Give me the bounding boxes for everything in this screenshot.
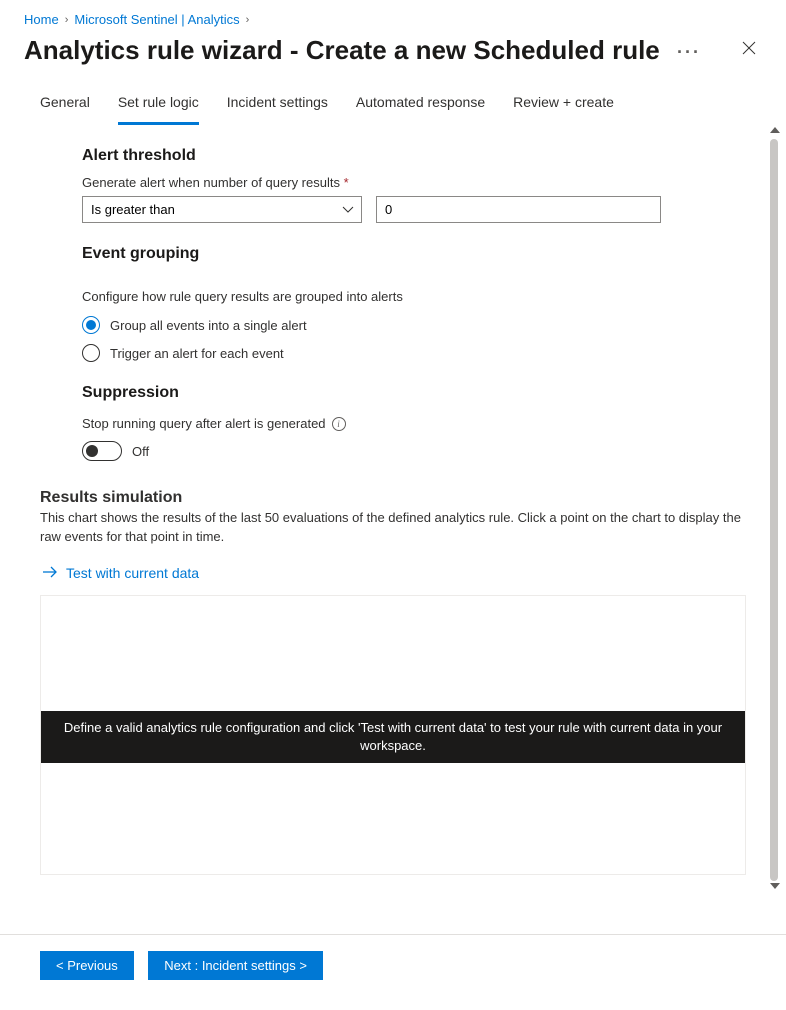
results-chart-placeholder: Define a valid analytics rule configurat… xyxy=(40,595,746,875)
close-icon xyxy=(742,41,756,55)
tab-incident-settings[interactable]: Incident settings xyxy=(227,84,328,125)
alert-threshold-value-input[interactable] xyxy=(376,196,661,223)
previous-button[interactable]: < Previous xyxy=(40,951,134,980)
info-icon[interactable]: i xyxy=(332,417,346,431)
suppression-label: Stop running query after alert is genera… xyxy=(82,416,346,431)
breadcrumb-home[interactable]: Home xyxy=(24,12,59,27)
arrow-right-icon xyxy=(42,565,58,581)
suppression-toggle-label: Off xyxy=(132,444,149,459)
page-title: Analytics rule wizard - Create a new Sch… xyxy=(24,35,701,66)
scroll-down-arrow-icon[interactable] xyxy=(770,883,780,889)
radio-group-all-events[interactable] xyxy=(82,316,100,334)
suppression-toggle[interactable] xyxy=(82,441,122,461)
wizard-tabs: General Set rule logic Incident settings… xyxy=(0,84,786,125)
results-chart-overlay-message: Define a valid analytics rule configurat… xyxy=(41,711,745,763)
scroll-up-arrow-icon[interactable] xyxy=(770,127,780,133)
test-link-label: Test with current data xyxy=(66,565,199,581)
radio-trigger-each-event-label: Trigger an alert for each event xyxy=(110,346,284,361)
tab-automated-response[interactable]: Automated response xyxy=(356,84,485,125)
alert-threshold-operator-select[interactable]: Is greater than xyxy=(82,196,362,223)
event-grouping-heading: Event grouping xyxy=(82,245,746,263)
wizard-footer: < Previous Next : Incident settings > xyxy=(0,934,786,980)
tab-general[interactable]: General xyxy=(40,84,90,125)
results-simulation-heading: Results simulation xyxy=(40,489,746,507)
required-asterisk: * xyxy=(344,175,349,190)
event-grouping-desc: Configure how rule query results are gro… xyxy=(82,289,746,304)
test-with-current-data-link[interactable]: Test with current data xyxy=(42,565,199,581)
tab-set-rule-logic[interactable]: Set rule logic xyxy=(118,84,199,125)
alert-threshold-heading: Alert threshold xyxy=(82,147,746,165)
page-title-text: Analytics rule wizard - Create a new Sch… xyxy=(24,35,660,65)
vertical-scrollbar[interactable] xyxy=(768,125,782,895)
scrollbar-thumb[interactable] xyxy=(770,139,778,881)
next-button[interactable]: Next : Incident settings > xyxy=(148,951,323,980)
chevron-right-icon: › xyxy=(65,14,69,26)
alert-threshold-label: Generate alert when number of query resu… xyxy=(82,175,746,190)
breadcrumb: Home › Microsoft Sentinel | Analytics › xyxy=(0,0,786,33)
suppression-heading: Suppression xyxy=(82,384,746,402)
radio-group-all-events-label: Group all events into a single alert xyxy=(110,318,307,333)
radio-trigger-each-event[interactable] xyxy=(82,344,100,362)
tab-review-create[interactable]: Review + create xyxy=(513,84,614,125)
chevron-right-icon: › xyxy=(246,14,250,26)
results-simulation-desc: This chart shows the results of the last… xyxy=(40,509,746,547)
more-icon[interactable]: ··· xyxy=(677,42,701,63)
close-button[interactable] xyxy=(736,35,762,66)
breadcrumb-sentinel[interactable]: Microsoft Sentinel | Analytics xyxy=(74,12,239,27)
